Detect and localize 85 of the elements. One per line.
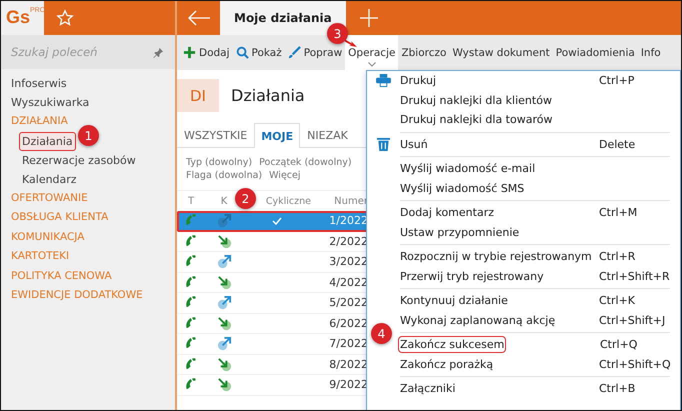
shortcut-label: Ctrl+K: [599, 294, 636, 308]
phone-icon: [184, 316, 198, 331]
menu-item[interactable]: Zakończ sukcesem: [400, 338, 504, 352]
shortcut-label: Ctrl+Q: [600, 338, 638, 352]
incoming-arrow-icon: [216, 274, 232, 290]
tab[interactable]: WSZYSTKIE: [177, 123, 254, 147]
table-cell-text: 1/2022: [328, 214, 368, 228]
nav-item[interactable]: Działania: [19, 132, 76, 150]
star-icon[interactable]: [56, 9, 74, 27]
printer-icon: [376, 74, 391, 88]
toolbar-button[interactable]: Pokaż: [232, 35, 285, 70]
trash-icon: [377, 137, 390, 152]
filter-link[interactable]: Więcej: [269, 169, 301, 182]
shortcut-label: Delete: [599, 138, 636, 151]
tab[interactable]: MOJE: [254, 123, 300, 148]
caret-icon: [368, 62, 376, 67]
toolbar-button[interactable]: Dodaj: [180, 35, 233, 70]
outgoing-arrow-icon: [216, 254, 232, 270]
tab[interactable]: NIEZAK: [300, 123, 355, 147]
phone-icon: [184, 356, 198, 372]
phone-icon: [184, 234, 198, 249]
filter-link[interactable]: Typ (dowolny): [186, 156, 252, 169]
nav-link[interactable]: Wyszukiwarka: [11, 94, 90, 112]
column-header[interactable]: K: [220, 196, 228, 206]
phone-icon: [184, 274, 198, 290]
toolbar-button[interactable]: Powiadomienia: [552, 35, 638, 70]
menu-item[interactable]: Drukuj: [400, 74, 599, 88]
menu-item[interactable]: Zakończ porażką: [400, 358, 599, 371]
search-field[interactable]: Szukaj poleceń: [1, 35, 175, 69]
menu-item[interactable]: Kontynuuj działanie: [400, 294, 599, 308]
table-cell-text: 8/2022: [328, 358, 368, 371]
table-cell-text: 4/2022: [328, 276, 368, 289]
shortcut-label: Ctrl+R: [599, 250, 636, 264]
module-title: Działania: [231, 86, 305, 105]
table-cell-text: 9/2022: [328, 378, 368, 392]
plus-icon[interactable]: [360, 9, 378, 27]
shortcut-label: Ctrl+Shift+R: [599, 270, 671, 283]
back-arrow-icon[interactable]: [187, 10, 211, 26]
table-cell-text: 2/2022: [328, 234, 368, 248]
table-cell-text: 5/2022: [328, 296, 368, 310]
incoming-arrow-icon: [216, 377, 232, 392]
column-header[interactable]: Numer: [334, 196, 368, 206]
shortcut-label: Ctrl+M: [599, 206, 638, 220]
pin-icon[interactable]: [153, 47, 164, 58]
nav-item[interactable]: Kalendarz: [19, 170, 80, 188]
incoming-arrow-icon: [216, 316, 232, 331]
pointer-arrow: [345, 38, 357, 47]
menu-item[interactable]: Rozpocznij w trybie rejestrowanym: [400, 250, 599, 264]
brush-icon: [288, 46, 301, 59]
shortcut-label: Ctrl+B: [599, 382, 636, 396]
menu-item[interactable]: Drukuj naklejki dla towarów: [400, 113, 599, 126]
filter-link[interactable]: Początek (dowolny): [259, 156, 352, 169]
incoming-arrow-icon: [216, 356, 232, 372]
column-header[interactable]: Cykliczne: [266, 196, 311, 206]
menu-item[interactable]: Ustaw przypomnienie: [400, 226, 599, 239]
table-cell-text: 6/2022: [328, 316, 368, 330]
shortcut-label: Ctrl+P: [599, 74, 636, 88]
search-icon: [236, 46, 249, 59]
outgoing-arrow-icon: [216, 295, 232, 310]
incoming-arrow-icon: [216, 234, 232, 249]
menu-item[interactable]: Wykonaj zaplanowaną akcję: [400, 314, 599, 327]
filter-link[interactable]: Flaga (dowolna): [186, 169, 262, 182]
plus-icon: [183, 46, 196, 59]
table-cell-text: 3/2022: [328, 255, 368, 268]
toolbar-button[interactable]: Wystaw dokument: [449, 35, 553, 70]
step-badge: 2: [235, 188, 256, 209]
nav-item[interactable]: Rezerwacje zasobów: [19, 150, 139, 170]
nav-link[interactable]: Infoserwis: [11, 75, 67, 94]
menu-item[interactable]: Wyślij wiadomość SMS: [400, 182, 599, 195]
toolbar-button[interactable]: Info: [638, 35, 664, 70]
menu-item[interactable]: Drukuj naklejki dla klientów: [400, 94, 599, 107]
menu-item[interactable]: Dodaj komentarz: [400, 206, 599, 220]
column-header[interactable]: T: [188, 196, 194, 206]
shortcut-label: Ctrl+Shift+J: [599, 314, 666, 327]
menu-item[interactable]: Usuń: [400, 138, 599, 151]
menu-item[interactable]: Załączniki: [400, 382, 599, 396]
toolbar-button[interactable]: Zbiorczo: [398, 35, 450, 70]
shortcut-label: Ctrl+Shift+Q: [599, 358, 672, 371]
outgoing-arrow-icon: [216, 336, 232, 352]
toolbar-button[interactable]: Operacje: [345, 35, 398, 70]
menu-item[interactable]: Wyślij wiadomość e-mail: [400, 162, 599, 176]
table-cell-text: 7/2022: [328, 337, 368, 350]
menu-item[interactable]: Przerwij tryb rejestrowany: [400, 270, 599, 283]
outgoing-arrow-icon: [216, 213, 232, 228]
module-badge: DI: [177, 79, 219, 112]
